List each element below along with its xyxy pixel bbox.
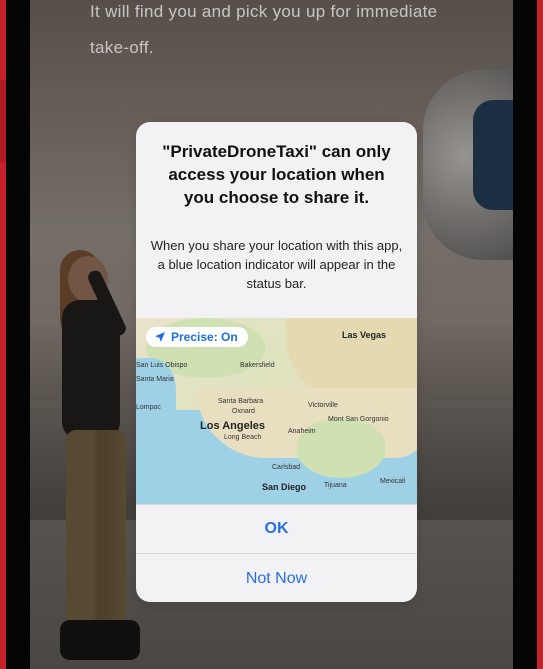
map-label-lompoc: Lompoc	[136, 404, 161, 411]
map-label-santa-maria: Santa Maria	[136, 376, 174, 383]
alert-message: When you share your location with this a…	[150, 238, 403, 291]
map-label-oxnard: Oxnard	[232, 408, 255, 415]
map-label-mont-san-gorgonio: Mont San Gorgonio	[328, 416, 389, 423]
bezel-right	[513, 0, 537, 669]
ok-button[interactable]: OK	[136, 504, 417, 553]
device-edge-right	[537, 0, 543, 669]
map-label-los-angeles: Los Angeles	[200, 420, 265, 432]
map-label-bakersfield: Bakersfield	[240, 362, 275, 369]
map-label-anaheim: Anaheim	[288, 428, 316, 435]
map-label-san-luis-obispo: San Luis Obispo	[136, 362, 188, 369]
map-label-tijuana: Tijuana	[324, 482, 347, 489]
map-label-long-beach: Long Beach	[224, 434, 262, 441]
map-ocean-coast	[136, 358, 176, 438]
phone-frame: It will find you and pick you up for imm…	[0, 0, 543, 669]
bezel-left	[6, 0, 30, 669]
map-label-san-diego: San Diego	[262, 482, 307, 492]
map-label-mexicali: Mexicali	[380, 478, 406, 485]
map-label-victorville: Victorville	[308, 402, 338, 409]
map-label-las-vegas: Las Vegas	[342, 330, 387, 340]
map-label-carlsbad: Carlsbad	[272, 464, 301, 471]
map-label-santa-barbara: Santa Barbara	[218, 398, 264, 405]
map-green-area-2	[296, 418, 386, 478]
location-arrow-icon	[155, 332, 165, 342]
location-map: Las Vegas San Luis Obispo Bakersfield Sa…	[136, 318, 417, 504]
precise-label: Precise: On	[171, 330, 238, 344]
precise-location-toggle[interactable]: Precise: On	[146, 327, 248, 347]
alert-title: "PrivateDroneTaxi" can only access your …	[162, 142, 391, 207]
not-now-button[interactable]: Not Now	[136, 553, 417, 602]
location-permission-alert: "PrivateDroneTaxi" can only access your …	[136, 122, 417, 602]
